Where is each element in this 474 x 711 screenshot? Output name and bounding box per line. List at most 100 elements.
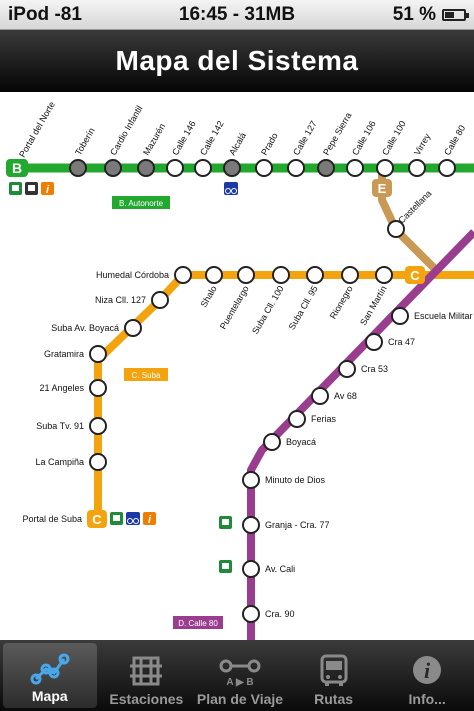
feeder-bus-icon-window: [222, 563, 229, 569]
station-label-b-8: Calle 127: [291, 119, 319, 157]
bus-icon: [320, 654, 348, 686]
station-label-b-10: Calle 106: [350, 119, 378, 157]
line-d-name-tag: D. Calle 80: [173, 616, 223, 629]
station-marker[interactable]: [124, 319, 142, 337]
station-marker[interactable]: [104, 159, 122, 177]
station-marker[interactable]: [89, 345, 107, 363]
station-label-b-1: Toberín: [73, 126, 97, 157]
station-marker[interactable]: [89, 379, 107, 397]
carrier-label: iPod -81: [8, 3, 82, 25]
station-marker[interactable]: [69, 159, 87, 177]
station-marker[interactable]: [438, 159, 456, 177]
station-marker[interactable]: [263, 433, 281, 451]
map-network-icon: [30, 653, 70, 685]
tab-plan-de-viaje[interactable]: A ▶ B Plan de Viaje: [193, 640, 287, 711]
station-marker[interactable]: [365, 333, 383, 351]
station-label-d-4: Ferias: [311, 414, 337, 424]
feeder-bus-icon-window: [113, 515, 120, 521]
portal-norte-services: i: [9, 182, 54, 196]
system-map[interactable]: Portal del Norte Toberín Cardio Infantil Ma…: [0, 92, 474, 640]
bus-icon-wheel: [324, 682, 329, 686]
station-marker[interactable]: [306, 266, 324, 284]
station-marker[interactable]: [391, 307, 409, 325]
station-label-c-v-0: Humedal Córdoba: [96, 270, 169, 280]
map-network-icon-node: [58, 653, 70, 665]
tab-info[interactable]: i Info...: [380, 640, 474, 711]
station-marker[interactable]: [311, 387, 329, 405]
map-canvas[interactable]: Portal del Norte Toberín Cardio InfantilMa…: [0, 92, 474, 640]
station-label-b-3: Mazurén: [141, 122, 167, 157]
station-marker[interactable]: [317, 159, 335, 177]
line-d-feeder-icons: [219, 516, 232, 573]
station-marker[interactable]: [237, 266, 255, 284]
station-marker[interactable]: [408, 159, 426, 177]
line-c-badge-portal-text: C: [92, 512, 102, 527]
station-marker[interactable]: [376, 159, 394, 177]
station-marker[interactable]: [174, 266, 192, 284]
station-marker[interactable]: [137, 159, 155, 177]
station-marker[interactable]: [287, 159, 305, 177]
line-c-badge-east[interactable]: C: [405, 266, 425, 284]
station-label-d-6: Minuto de Dios: [265, 475, 326, 485]
station-label-b-12: Virrey: [412, 131, 433, 157]
station-marker[interactable]: [255, 159, 273, 177]
line-b-name: B. Autonorte: [119, 199, 164, 208]
line-b-badge[interactable]: B: [6, 159, 28, 177]
station-marker[interactable]: [89, 417, 107, 435]
station-label-b-4: Calle 146: [170, 119, 198, 157]
tab-rutas[interactable]: Rutas: [287, 640, 381, 711]
info-icon-glyph: i: [424, 658, 431, 683]
station-marker[interactable]: [223, 159, 241, 177]
line-e-badge[interactable]: E: [372, 179, 392, 197]
battery-label: 51 %: [392, 3, 436, 25]
station-label-b-9: Pepe Sierra: [321, 111, 353, 157]
station-label-b-0: Portal del Norte: [17, 100, 57, 159]
status-bar: iPod -81 16:45 - 31MB 51 %: [0, 0, 474, 30]
line-e-badge-text: E: [378, 181, 387, 196]
line-d-track: [247, 229, 474, 640]
bus-icon-light: [337, 675, 342, 679]
station-marker[interactable]: [89, 453, 107, 471]
feeder-bus-icon-window: [222, 519, 229, 525]
station-label-d-8: Av. Cali: [265, 564, 295, 574]
station-icon-frame: [132, 656, 160, 686]
tab-mapa[interactable]: Mapa: [3, 643, 97, 708]
station-marker[interactable]: [205, 266, 223, 284]
line-b-name-tag: B. Autonorte: [112, 196, 170, 209]
station-marker[interactable]: [288, 410, 306, 428]
tab-label: Estaciones: [109, 691, 184, 707]
station-marker[interactable]: [346, 159, 364, 177]
station-marker[interactable]: [375, 266, 393, 284]
station-label-c-h-0: Shalo: [199, 284, 219, 309]
feeder-bus-icon-window: [12, 185, 19, 191]
line-c-name: C. Suba: [132, 371, 161, 380]
station-label-c-v-4: 21 Angeles: [39, 383, 84, 393]
battery-level: [445, 11, 455, 18]
station-marker[interactable]: [242, 516, 260, 534]
route-planner-icon-end: [247, 659, 261, 673]
station-marker[interactable]: [166, 159, 184, 177]
battery-icon: [442, 8, 469, 21]
station-marker[interactable]: [242, 605, 260, 623]
page-title: Mapa del Sistema: [0, 30, 474, 92]
station-marker[interactable]: [194, 159, 212, 177]
station-label-d-9: Cra. 90: [265, 609, 295, 619]
tab-estaciones[interactable]: Estaciones: [100, 640, 194, 711]
station-marker[interactable]: [338, 360, 356, 378]
line-c-badge-east-text: C: [410, 268, 420, 283]
station-marker[interactable]: [242, 560, 260, 578]
bus-icon-wheel: [338, 682, 343, 686]
station-label-c-v-2: Suba Av. Boyacá: [51, 323, 119, 333]
station-label-c-h-3: Suba Cll. 95: [287, 284, 320, 331]
station-label-e-0: Castellana: [396, 188, 433, 225]
station-marker[interactable]: [341, 266, 359, 284]
station-marker[interactable]: [151, 291, 169, 309]
station-label-d-0: Escuela Militar: [414, 311, 473, 321]
line-c-badge-portal[interactable]: C: [87, 510, 107, 528]
station-marker[interactable]: [272, 266, 290, 284]
tab-label: Mapa: [31, 688, 68, 704]
station-label-b-13: Calle 80: [442, 123, 467, 157]
station-marker[interactable]: [242, 471, 260, 489]
line-b-badge-text: B: [12, 160, 22, 176]
alcala-bike-icon: [224, 182, 238, 195]
